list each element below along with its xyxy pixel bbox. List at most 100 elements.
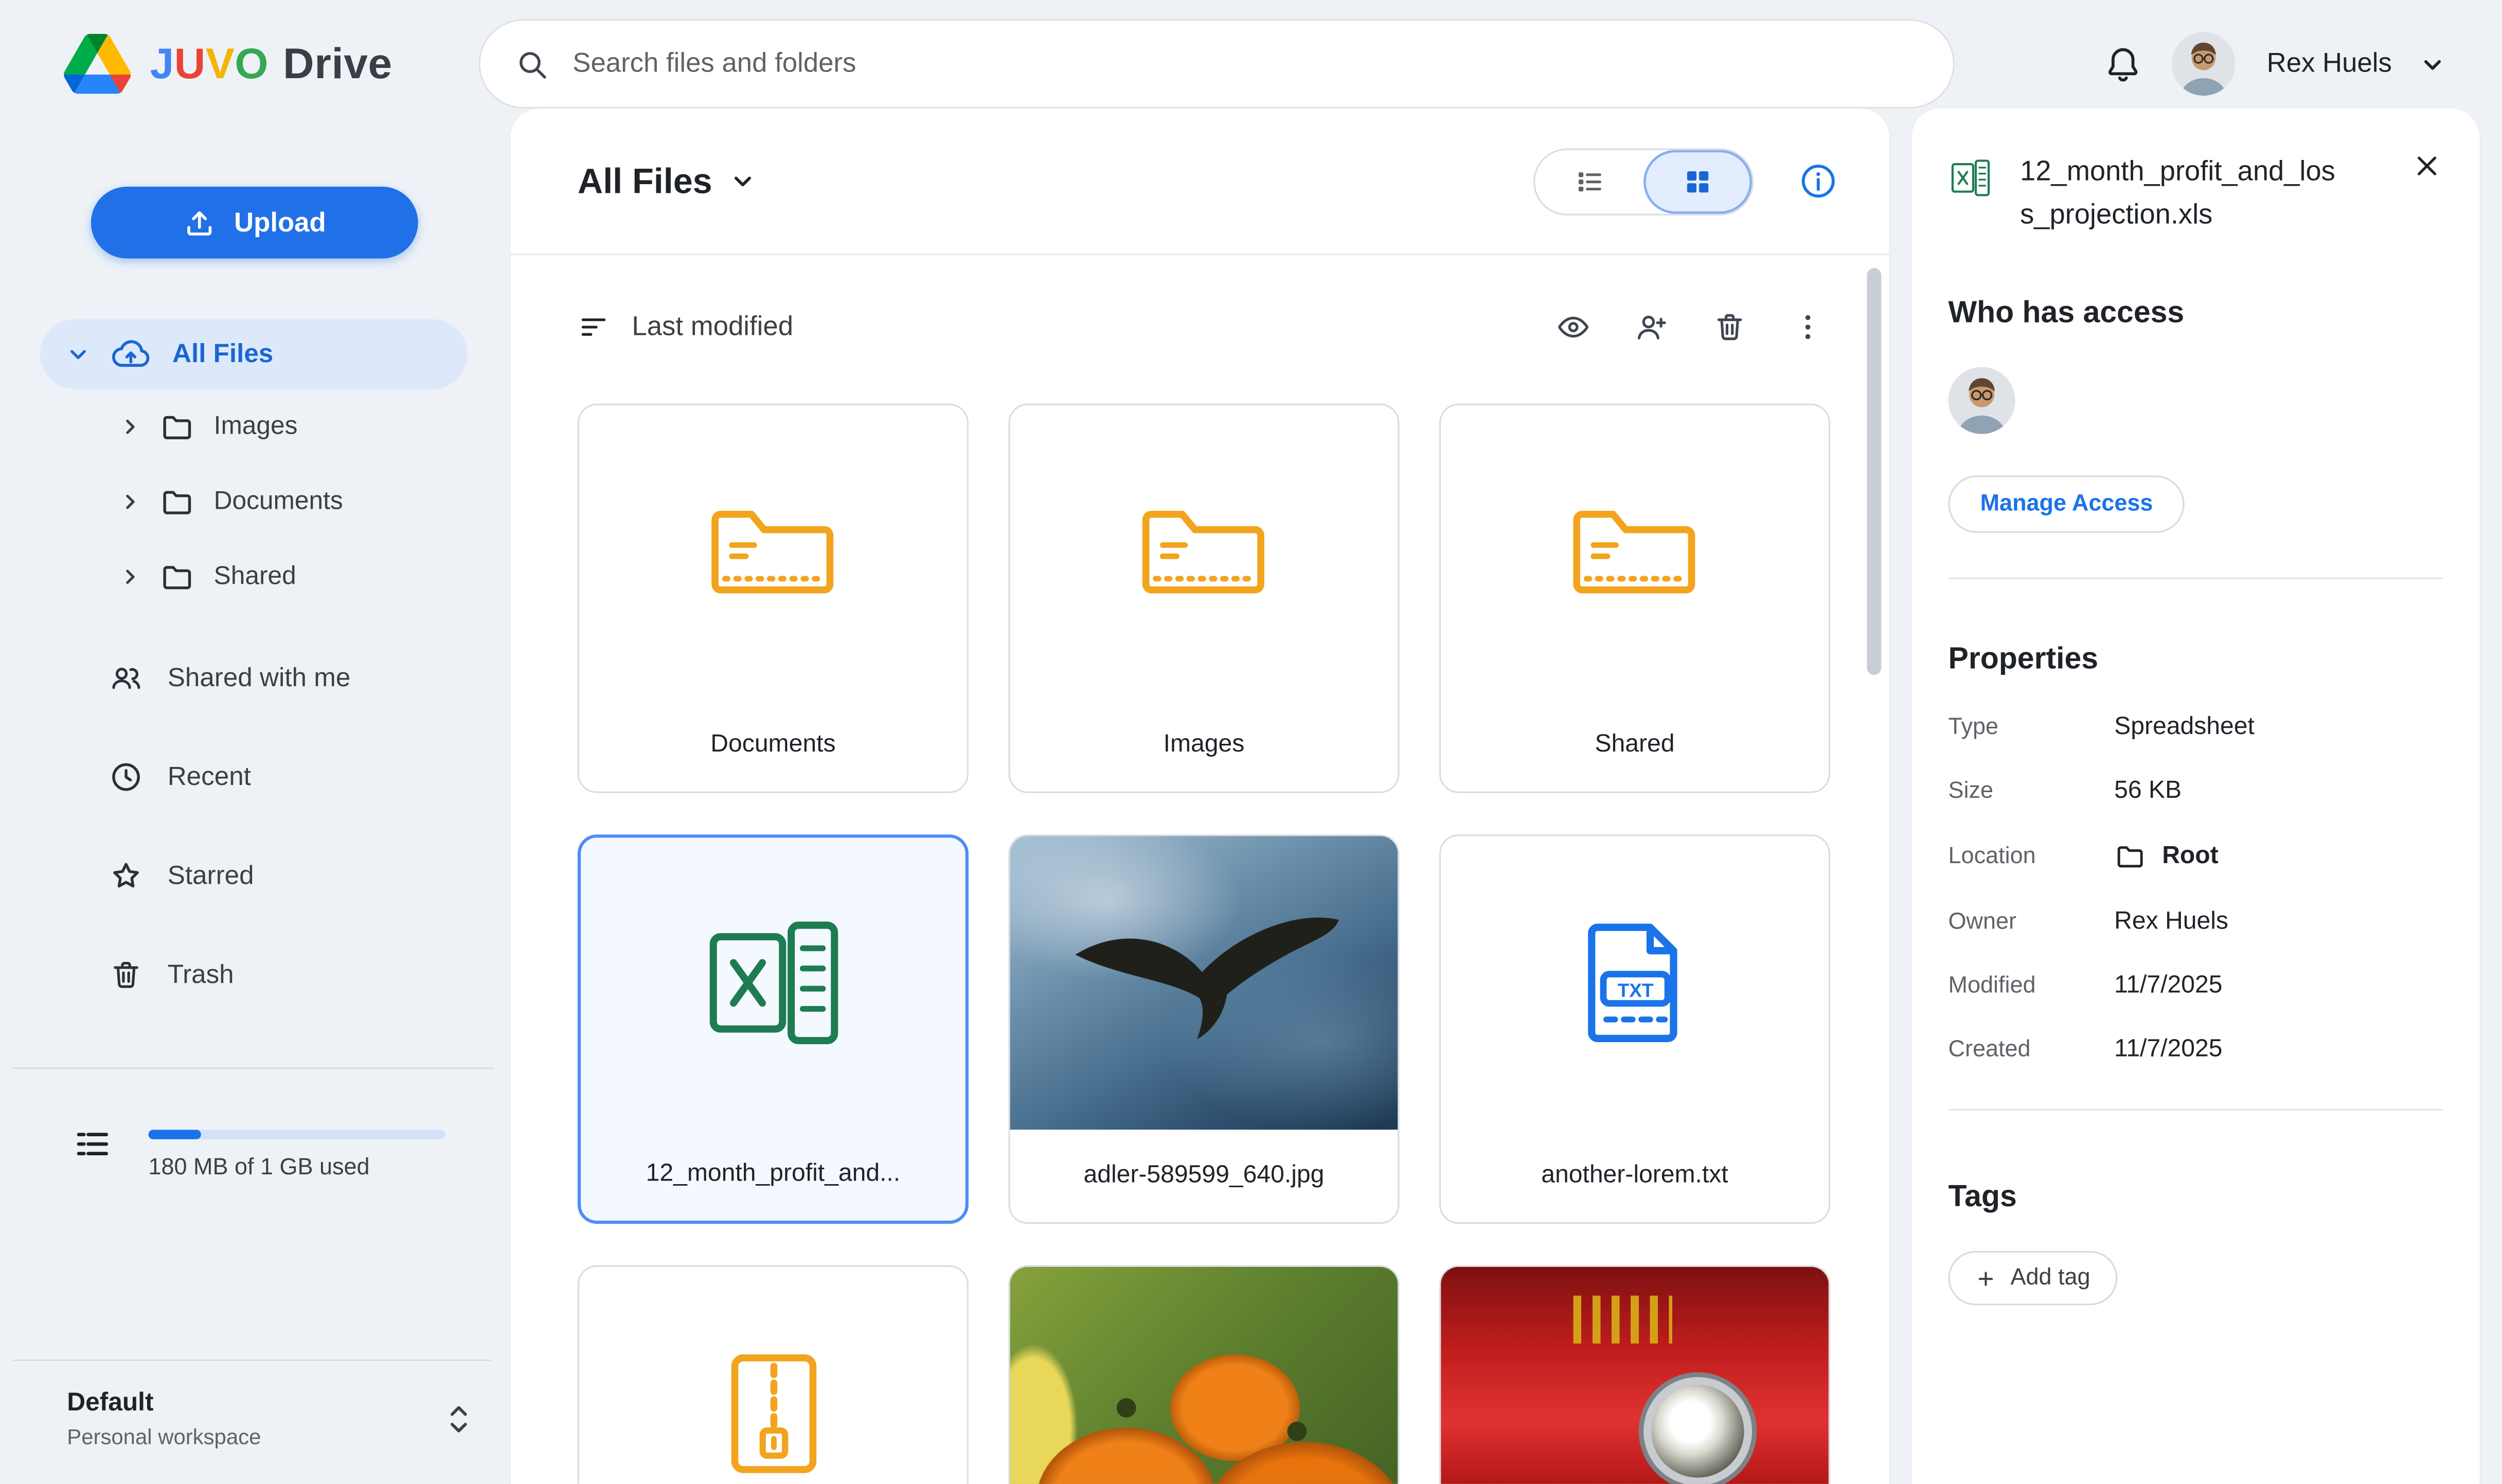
sidebar: Upload All Files Images Documents Sha [0, 128, 511, 1484]
property-row-modified: Modified 11/7/2025 [1949, 972, 2443, 1001]
file-card-shared-folder[interactable]: Shared [1439, 404, 1830, 793]
logo-letter: J [150, 39, 174, 88]
file-card-zip-file[interactable] [578, 1265, 969, 1484]
preview-button[interactable] [1556, 310, 1590, 345]
search-input[interactable] [573, 48, 1918, 80]
eye-icon [1556, 310, 1590, 345]
app-logo-icon [64, 33, 131, 94]
sidebar-item-images[interactable]: Images [40, 389, 468, 464]
upload-icon [183, 207, 215, 239]
sort-button[interactable]: Last modified [578, 311, 793, 343]
file-name: Documents [579, 699, 967, 792]
chevron-down-icon[interactable] [67, 343, 89, 365]
sidebar-item-shared-with-me[interactable]: Shared with me [40, 643, 468, 713]
more-options-button[interactable] [1790, 310, 1825, 345]
file-card-pumpkin-image[interactable] [1008, 1265, 1399, 1484]
upload-button[interactable]: Upload [91, 187, 418, 259]
chevron-right-icon[interactable] [120, 417, 140, 437]
close-details-button[interactable] [2411, 150, 2443, 182]
property-row-type: Type Spreadsheet [1949, 713, 2443, 742]
property-row-owner: Owner Rex Huels [1949, 908, 2443, 937]
property-value: 11/7/2025 [2114, 972, 2222, 1001]
logo-letter: U [174, 39, 206, 88]
user-avatar[interactable] [2171, 32, 2235, 96]
chevron-right-icon[interactable] [120, 491, 140, 512]
grid-view-icon [1682, 165, 1714, 197]
scrollbar[interactable] [1867, 268, 1881, 675]
add-tag-button[interactable]: Add tag [1949, 1251, 2118, 1306]
workspace-switcher[interactable]: Default Personal workspace [13, 1360, 492, 1449]
star-icon [109, 859, 144, 893]
file-card-car-image[interactable] [1439, 1265, 1830, 1484]
clock-icon [109, 760, 144, 795]
view-title: All Files [578, 160, 712, 202]
manage-access-button[interactable]: Manage Access [1949, 476, 2185, 533]
person-add-icon [1634, 310, 1669, 345]
access-user-avatar[interactable] [1949, 367, 2015, 434]
image-thumbnail [1010, 1267, 1398, 1484]
sidebar-item-all-files[interactable]: All Files [40, 319, 468, 389]
property-label: Modified [1949, 974, 2115, 999]
avatar-image [1949, 367, 2015, 434]
car-grille [1572, 1296, 1671, 1344]
property-value: Root [2162, 843, 2218, 872]
properties-title: Properties [1949, 643, 2443, 678]
sidebar-item-shared[interactable]: Shared [40, 539, 468, 614]
sidebar-item-documents[interactable]: Documents [40, 464, 468, 540]
info-button[interactable] [1798, 161, 1838, 201]
location-value[interactable]: Root [2114, 842, 2219, 873]
add-tag-label: Add tag [2011, 1266, 2090, 1292]
storage-summary: 180 MB of 1 GB used [72, 1120, 511, 1181]
app-logo-text: JUVO Drive [150, 39, 392, 88]
notifications-button[interactable] [2102, 44, 2142, 84]
file-card-eagle-image[interactable]: adler-589599_640.jpg [1008, 834, 1399, 1224]
file-name: Shared [1441, 699, 1829, 792]
chevron-right-icon[interactable] [120, 566, 140, 587]
logo-letter: O [235, 39, 269, 88]
file-grid: Documents Images Shared 12_month_profit_… [511, 404, 1889, 1484]
app-logo[interactable]: JUVO Drive [64, 33, 392, 94]
sidebar-item-label: Shared with me [168, 663, 351, 693]
file-card-documents[interactable]: Documents [578, 404, 969, 793]
who-has-access-title: Who has access [1949, 297, 2443, 332]
file-card-text-file[interactable]: another-lorem.txt [1439, 834, 1830, 1224]
property-value: Spreadsheet [2114, 713, 2255, 742]
folder-icon [159, 409, 194, 444]
sidebar-item-recent[interactable]: Recent [40, 742, 468, 812]
folder-icon [703, 495, 843, 610]
search-bar[interactable] [478, 19, 1954, 109]
people-icon [109, 660, 144, 695]
sidebar-item-label: All Files [172, 339, 273, 369]
sidebar-item-label: Images [214, 413, 298, 441]
grid-view-button[interactable] [1643, 149, 1752, 213]
workspace-name: Default [67, 1390, 261, 1419]
sidebar-item-starred[interactable]: Starred [40, 841, 468, 911]
sidebar-item-label: Trash [168, 960, 234, 990]
property-row-location: Location Root [1949, 842, 2443, 873]
tags-title: Tags [1949, 1181, 2443, 1216]
file-card-images-folder[interactable]: Images [1008, 404, 1399, 793]
search-icon [515, 47, 549, 81]
share-button[interactable] [1634, 310, 1669, 345]
user-menu-button[interactable] [2421, 52, 2445, 76]
property-label: Size [1949, 779, 2115, 805]
sidebar-item-label: Documents [214, 488, 343, 516]
delete-button[interactable] [1712, 310, 1747, 345]
chevron-up-down-icon[interactable] [445, 1399, 472, 1439]
property-value: Rex Huels [2114, 908, 2228, 937]
excel-file-icon [1949, 156, 1993, 200]
file-card-spreadsheet-selected[interactable]: 12_month_profit_and... [578, 834, 969, 1224]
list-view-button[interactable] [1535, 149, 1643, 213]
app-root: JUVO Drive Rex Huels Upload All Files [0, 0, 2502, 1484]
sort-icon [578, 311, 610, 343]
car-headlight [1651, 1384, 1743, 1477]
file-details-panel: 12_month_profit_and_loss_projection.xls … [1911, 109, 2479, 1484]
toolbar-actions [1556, 310, 1825, 345]
sidebar-item-trash[interactable]: Trash [40, 940, 468, 1010]
excel-file-icon [698, 913, 848, 1053]
sidebar-nav: All Files Images Documents Shared Shared… [0, 319, 511, 1010]
file-name: 12_month_profit_and... [581, 1128, 966, 1221]
view-title-dropdown[interactable]: All Files [578, 160, 755, 202]
view-toggle [1533, 148, 1754, 214]
property-value: 56 KB [2114, 777, 2182, 806]
